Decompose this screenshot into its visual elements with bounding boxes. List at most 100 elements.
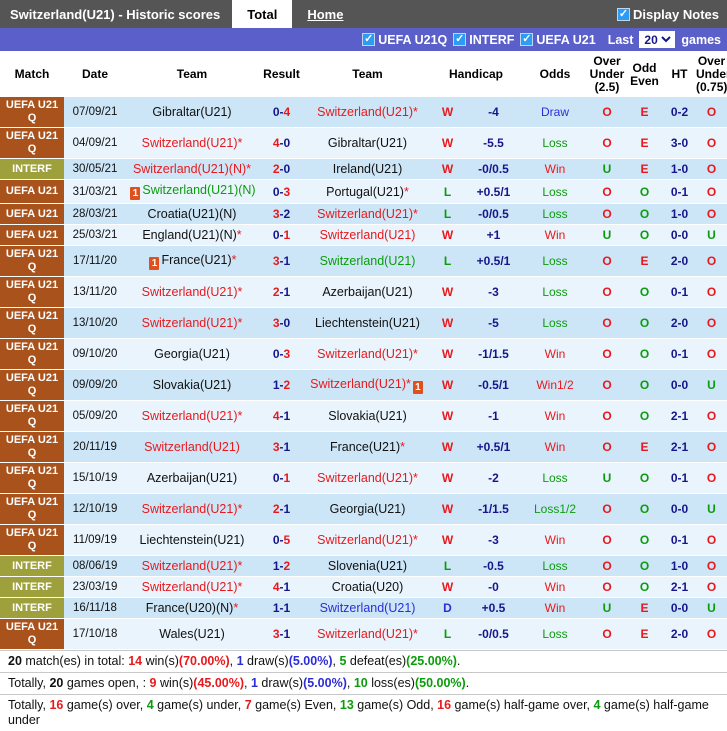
half-time-score: 0-0 <box>663 493 697 525</box>
league-badge: INTERF <box>0 555 64 577</box>
summary-segment: . <box>456 654 461 668</box>
score-away: 2 <box>681 105 689 119</box>
summary-segment: 4 <box>146 698 154 712</box>
filter-checkbox-uefa-u21q[interactable]: ✓ UEFA U21Q <box>362 33 447 47</box>
odd-even: E <box>626 158 664 180</box>
tab-home[interactable]: Home <box>292 0 358 28</box>
column-header-ht: HT <box>663 51 697 97</box>
team-name: Switzerland(U21) <box>141 559 238 573</box>
summary-segment: (50.00%) <box>414 676 466 690</box>
home-marker-asterisk: * <box>237 559 243 573</box>
odd-even: E <box>626 97 664 128</box>
over-under-25: O <box>588 179 627 204</box>
score-home: 3 <box>272 440 280 454</box>
home-marker-asterisk: * <box>413 471 418 485</box>
half-time-score: 2-0 <box>663 618 697 650</box>
checkbox-icon[interactable]: ✓ <box>453 33 467 46</box>
match-date: 15/10/19 <box>64 462 126 494</box>
handicap-value: +0.5/1 <box>465 431 523 463</box>
score-away: 1 <box>283 580 291 594</box>
home-team: Switzerland(U21)* <box>126 127 258 159</box>
filter-checkbox-interf[interactable]: ✓ INTERF <box>453 33 514 47</box>
away-team: Switzerland(U21)* <box>305 618 430 650</box>
display-notes-checkbox-icon[interactable]: ✓ <box>617 7 631 21</box>
away-team: Azerbaijan(U21) <box>305 276 430 308</box>
odds-result: Win <box>522 431 589 463</box>
summary-segment: 1 <box>236 654 244 668</box>
score-home: 1 <box>670 207 678 221</box>
score-home: 0 <box>272 105 280 119</box>
over-under-25: O <box>588 97 627 128</box>
away-team: Switzerland(U21)* <box>305 462 430 494</box>
over-under-075: U <box>696 597 727 619</box>
table-row: INTERF 08/06/19 Switzerland(U21)* 1-2 Sloven… <box>0 555 727 577</box>
score-home: 0 <box>272 347 280 361</box>
score-home: 4 <box>272 580 280 594</box>
score-away: 1 <box>681 440 689 454</box>
odds-result: Loss <box>522 127 589 159</box>
odd-even: O <box>626 179 664 204</box>
checkbox-icon[interactable]: ✓ <box>362 33 376 46</box>
odd-even: E <box>626 245 664 277</box>
home-marker-asterisk: * <box>231 252 237 267</box>
summary-section: 20 match(es) in total: 14 win(s)(70.00%)… <box>0 650 727 731</box>
result-letter: W <box>430 400 465 432</box>
table-row: UEFA U21 31/03/21 1 Switzerland(U21)(N) 0-3 P… <box>0 179 727 204</box>
home-team: Croatia(U21)(N) <box>126 203 258 225</box>
team-name: Slovakia(U21) <box>152 378 232 392</box>
team-name: Switzerland(U21) <box>141 502 238 516</box>
match-date: 08/06/19 <box>64 555 126 577</box>
home-team: Switzerland(U21)* <box>126 276 258 308</box>
tab-total[interactable]: Total <box>232 0 293 28</box>
score-home: 1 <box>670 162 678 176</box>
odds-result: Win <box>522 224 589 246</box>
score-away: 1 <box>681 347 689 361</box>
team-name: Georgia(U21) <box>329 502 406 516</box>
over-under-075: U <box>696 369 727 401</box>
league-badge: INTERF <box>0 158 64 180</box>
summary-segment: , <box>346 676 354 690</box>
summary-segment: 7 <box>244 698 252 712</box>
away-team: Croatia(U20) <box>305 576 430 598</box>
home-team: Switzerland(U21)* <box>126 400 258 432</box>
table-row: UEFA U21 Q 13/10/20 Switzerland(U21)* 3-0 Li… <box>0 307 727 339</box>
summary-segment: (5.00%) <box>288 654 333 668</box>
handicap-value: -0 <box>465 576 523 598</box>
team-name: Ireland(U21) <box>332 162 403 176</box>
display-notes-toggle[interactable]: ✓ Display Notes <box>617 0 727 28</box>
full-time-score: 3-1 <box>258 431 305 463</box>
handicap-value: -3 <box>465 276 523 308</box>
team-name: France(U21) <box>329 440 401 454</box>
filter-checkbox-uefa-u21[interactable]: ✓ UEFA U21 <box>520 33 596 47</box>
team-name: Switzerland(U21) <box>141 285 238 299</box>
summary-segment: game(s) Even, <box>251 698 340 712</box>
checkbox-icon[interactable]: ✓ <box>520 33 534 46</box>
match-date: 09/09/20 <box>64 369 126 401</box>
full-time-score: 0-1 <box>258 462 305 494</box>
score-home: 0 <box>670 105 678 119</box>
last-label: Last <box>607 32 634 47</box>
score-home: 0 <box>670 347 678 361</box>
match-date: 28/03/21 <box>64 203 126 225</box>
handicap-value: -0/0.5 <box>465 158 523 180</box>
match-date: 20/11/19 <box>64 431 126 463</box>
odd-even: O <box>626 369 664 401</box>
handicap-value: -3 <box>465 524 523 556</box>
over-under-25: U <box>588 224 627 246</box>
historic-scores-page: Switzerland(U21) - Historic scores Total… <box>0 0 727 731</box>
odds-result: Loss <box>522 618 589 650</box>
full-time-score: 1-2 <box>258 555 305 577</box>
away-team: Switzerland(U21)* <box>305 97 430 128</box>
handicap-value: +0.5 <box>465 597 523 619</box>
table-row: INTERF 30/05/21 Switzerland(U21)(N)* 2-0 Ire… <box>0 158 727 180</box>
home-team: Wales(U21) <box>126 618 258 650</box>
over-under-075: O <box>696 524 727 556</box>
score-away: 0 <box>681 228 689 242</box>
home-marker-asterisk: * <box>237 316 243 330</box>
summary-segment: 20 <box>49 676 64 690</box>
last-games-select[interactable]: 20 <box>639 31 676 48</box>
score-away: 1 <box>283 471 291 485</box>
half-time-score: 2-1 <box>663 576 697 598</box>
over-under-25: O <box>588 576 627 598</box>
over-under-075: O <box>696 179 727 204</box>
